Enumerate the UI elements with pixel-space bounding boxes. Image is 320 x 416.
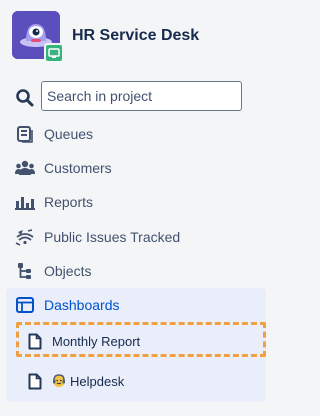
project-title[interactable]: HR Service Desk [72, 27, 199, 45]
page-icon [28, 372, 44, 390]
nav-label: Customers [44, 160, 112, 176]
customers-icon [15, 158, 35, 178]
dashboards-icon [15, 295, 35, 315]
project-sidebar: HR Service Desk Queues [0, 0, 274, 416]
nav-label: Dashboards [44, 297, 120, 313]
service-desk-badge-icon [44, 43, 64, 63]
nav-label: Objects [44, 263, 92, 279]
reports-icon [15, 192, 35, 212]
dashboard-item-monthly-report[interactable]: Monthly Report [28, 326, 140, 356]
nav-item-customers[interactable]: Customers [6, 152, 266, 184]
queues-icon [15, 124, 35, 144]
nav-item-objects[interactable]: Objects [6, 255, 266, 287]
objects-icon [15, 261, 35, 281]
nav-item-dashboards[interactable]: Dashboards [6, 289, 266, 321]
project-avatar[interactable] [12, 11, 64, 63]
nav-label: Public Issues Tracked [44, 229, 181, 245]
nav-label: Reports [44, 194, 94, 210]
helpdesk-emoji-icon [52, 374, 66, 388]
nav-item-reports[interactable]: Reports [6, 186, 266, 218]
dashboard-item-helpdesk[interactable]: Helpdesk [28, 366, 124, 396]
dashboard-item-label: Helpdesk [70, 373, 125, 389]
nav-label: Queues [44, 126, 94, 142]
public-issues-icon [15, 227, 35, 247]
nav-item-queues[interactable]: Queues [6, 118, 266, 150]
search-icon [16, 89, 34, 107]
page-icon [28, 332, 44, 350]
search-input[interactable] [41, 81, 242, 111]
project-search [0, 80, 274, 114]
nav-item-public-issues[interactable]: Public Issues Tracked [6, 221, 266, 253]
dashboard-item-label: Monthly Report [52, 333, 141, 349]
